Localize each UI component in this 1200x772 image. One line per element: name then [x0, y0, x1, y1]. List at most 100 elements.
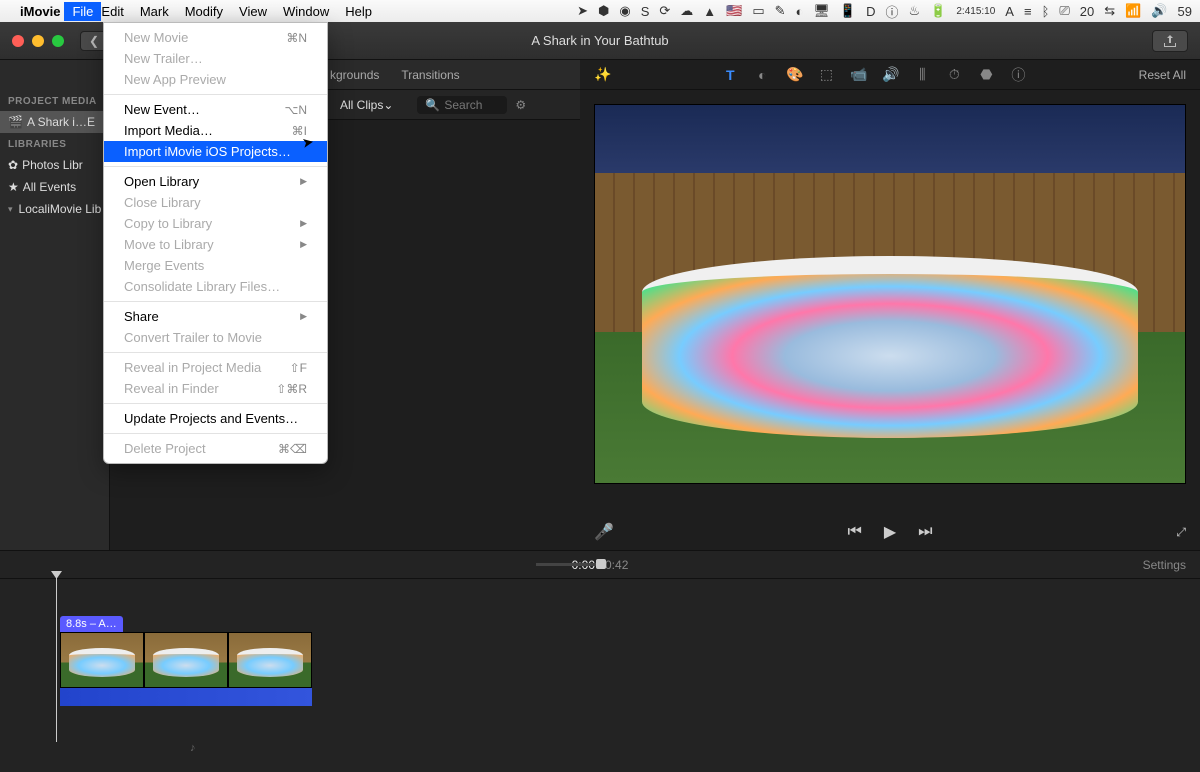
sidebar-photos[interactable]: ✿ Photos Libr	[0, 154, 109, 176]
mi-delete-project[interactable]: Delete Project⌘⌫	[104, 438, 327, 459]
balance-icon[interactable]: ◐	[754, 67, 770, 83]
display-icon[interactable]: ▭	[752, 3, 764, 19]
sidebar-allevents[interactable]: ★ All Events	[0, 176, 109, 198]
mi-new-movie[interactable]: New Movie⌘N	[104, 27, 327, 48]
video-preview[interactable]	[594, 104, 1186, 484]
traffic-max[interactable]	[52, 35, 64, 47]
mi-merge-events[interactable]: Merge Events	[104, 255, 327, 276]
mi-move-library[interactable]: Move to Library	[104, 234, 327, 255]
mi-import-media[interactable]: Import Media…⌘I	[104, 120, 327, 141]
reset-all[interactable]: Reset All	[1139, 68, 1186, 82]
d-icon[interactable]: D	[866, 4, 875, 19]
menu-help[interactable]: Help	[345, 4, 372, 19]
titles-icon[interactable]: T	[722, 67, 738, 83]
circle-icon[interactable]: ◐	[796, 4, 804, 19]
battery-pct[interactable]: 59	[1178, 4, 1192, 19]
menu-window[interactable]: Window	[283, 4, 329, 19]
clip-thumb[interactable]	[228, 632, 312, 688]
mi-copy-library[interactable]: Copy to Library	[104, 213, 327, 234]
clip-thumb[interactable]	[144, 632, 228, 688]
sidebar: PROJECT MEDIA 🎬 A Shark i…E LIBRARIES ✿ …	[0, 60, 110, 550]
a-icon[interactable]: A	[1005, 4, 1014, 19]
play-button[interactable]: ▶	[884, 522, 896, 542]
video-track[interactable]: 8.8s – A…	[0, 579, 1200, 706]
phone-icon[interactable]: 📱	[840, 3, 856, 19]
flag-icon[interactable]: 🇺🇸	[726, 3, 742, 19]
cc-icon[interactable]: ◉	[619, 3, 630, 19]
s-icon[interactable]: S	[641, 4, 650, 19]
stabilize-icon[interactable]: 📹	[850, 66, 866, 83]
menu-edit[interactable]: Edit	[101, 4, 123, 19]
audio-waveform[interactable]	[60, 688, 312, 706]
info-icon[interactable]: ⓘ	[886, 2, 899, 21]
mi-reveal-finder[interactable]: Reveal in Finder⇧⌘R	[104, 378, 327, 399]
clip-thumb[interactable]	[60, 632, 144, 688]
menu-mark[interactable]: Mark	[140, 4, 169, 19]
mi-new-app-preview[interactable]: New App Preview	[104, 69, 327, 90]
clips-filter[interactable]: All Clips ⌄	[340, 98, 393, 112]
traffic-min[interactable]	[32, 35, 44, 47]
bars-icon[interactable]: ≡	[1024, 4, 1032, 19]
mi-consolidate[interactable]: Consolidate Library Files…	[104, 276, 327, 297]
app-name[interactable]: iMovie	[20, 4, 60, 19]
tab-backgrounds[interactable]: kgrounds	[330, 68, 379, 82]
mi-close-library[interactable]: Close Library	[104, 192, 327, 213]
timeline-settings[interactable]: Settings	[1143, 558, 1186, 572]
mi-new-event[interactable]: New Event…⌥N	[104, 99, 327, 120]
gear-icon[interactable]: ⚙	[515, 98, 526, 112]
crop-icon[interactable]: ⬚	[818, 66, 834, 83]
sync2-icon[interactable]: ⇆	[1104, 3, 1115, 19]
wand-icon[interactable]: ✨	[594, 66, 610, 83]
prev-button[interactable]: ⏮	[847, 523, 861, 541]
next-button[interactable]: ⏭	[918, 523, 932, 541]
sidebar-project[interactable]: 🎬 A Shark i…E	[0, 111, 109, 133]
screen-icon[interactable]: ⎚	[1059, 3, 1069, 19]
info2-icon[interactable]: ⓘ	[1010, 65, 1026, 85]
bt-icon[interactable]: ᛒ	[1042, 4, 1050, 19]
menu-file[interactable]: File	[64, 2, 101, 21]
menubar-status-area: ➤ ⬢ ◉ S ⟳ ☁ ▲ 🇺🇸 ▭ ✎ ◐ 🖥 📱 D ⓘ ♨ 🔋 2:415…	[577, 2, 1192, 21]
date-icon[interactable]: 20	[1080, 4, 1094, 19]
mi-new-trailer[interactable]: New Trailer…	[104, 48, 327, 69]
menu-view[interactable]: View	[239, 4, 267, 19]
monitor-icon[interactable]: 🖥	[813, 3, 830, 19]
mac-menubar: iMovie File Edit Mark Modify View Window…	[0, 0, 1200, 22]
mi-reveal-project[interactable]: Reveal in Project Media⇧F	[104, 357, 327, 378]
mi-convert-trailer[interactable]: Convert Trailer to Movie	[104, 327, 327, 348]
clock[interactable]: 2:415:10	[956, 7, 995, 16]
speed-icon[interactable]: ⏱	[946, 66, 962, 83]
up-icon[interactable]: ▲	[703, 4, 716, 19]
search-input[interactable]: 🔍 Search	[417, 96, 507, 114]
filter-icon[interactable]: ⬣	[978, 66, 994, 83]
sidebar-local[interactable]: LocaliMovie Lib	[0, 198, 109, 220]
wifi-icon[interactable]: 📶	[1125, 3, 1141, 19]
mic-icon[interactable]: 🎤	[594, 522, 614, 542]
fullscreen-icon[interactable]: ⤢	[1176, 525, 1186, 540]
menu-modify[interactable]: Modify	[185, 4, 223, 19]
audio-icon[interactable]: 🔊	[882, 66, 898, 83]
mi-import-ios[interactable]: Import iMovie iOS Projects…	[104, 141, 327, 162]
volume-icon[interactable]: 🔊	[1151, 3, 1167, 19]
traffic-close[interactable]	[12, 35, 24, 47]
location-icon[interactable]: ➤	[577, 3, 588, 19]
flame-icon[interactable]: ♨	[909, 3, 921, 19]
tab-transitions[interactable]: Transitions	[401, 68, 459, 82]
dropbox-icon[interactable]: ⬢	[598, 3, 609, 19]
zoom-slider[interactable]	[536, 563, 606, 566]
cloud-icon[interactable]: ☁	[680, 3, 693, 19]
playhead[interactable]	[56, 577, 57, 742]
evernote-icon[interactable]: ✎	[775, 3, 786, 19]
sync-icon[interactable]: ⟳	[659, 3, 670, 19]
eq-icon[interactable]: ⫼	[914, 66, 930, 83]
share-button[interactable]	[1152, 30, 1188, 52]
timeline-header: 0:00 / 0:42 Settings	[0, 551, 1200, 579]
mi-open-library[interactable]: Open Library	[104, 171, 327, 192]
palette-icon[interactable]: 🎨	[786, 66, 802, 83]
sidebar-hdr-libraries: LIBRARIES	[0, 133, 109, 154]
battery-icon[interactable]: 🔋	[930, 3, 946, 19]
sidebar-hdr-project: PROJECT MEDIA	[0, 90, 109, 111]
preview-pane: ✨ T ◐ 🎨 ⬚ 📹 🔊 ⫼ ⏱ ⬣ ⓘ Reset All 🎤 ⏮ ▶ ⏭ …	[580, 60, 1200, 550]
mi-share[interactable]: Share	[104, 306, 327, 327]
mi-update-projects[interactable]: Update Projects and Events…	[104, 408, 327, 429]
audio-track-stub[interactable]: ♪	[190, 742, 196, 754]
